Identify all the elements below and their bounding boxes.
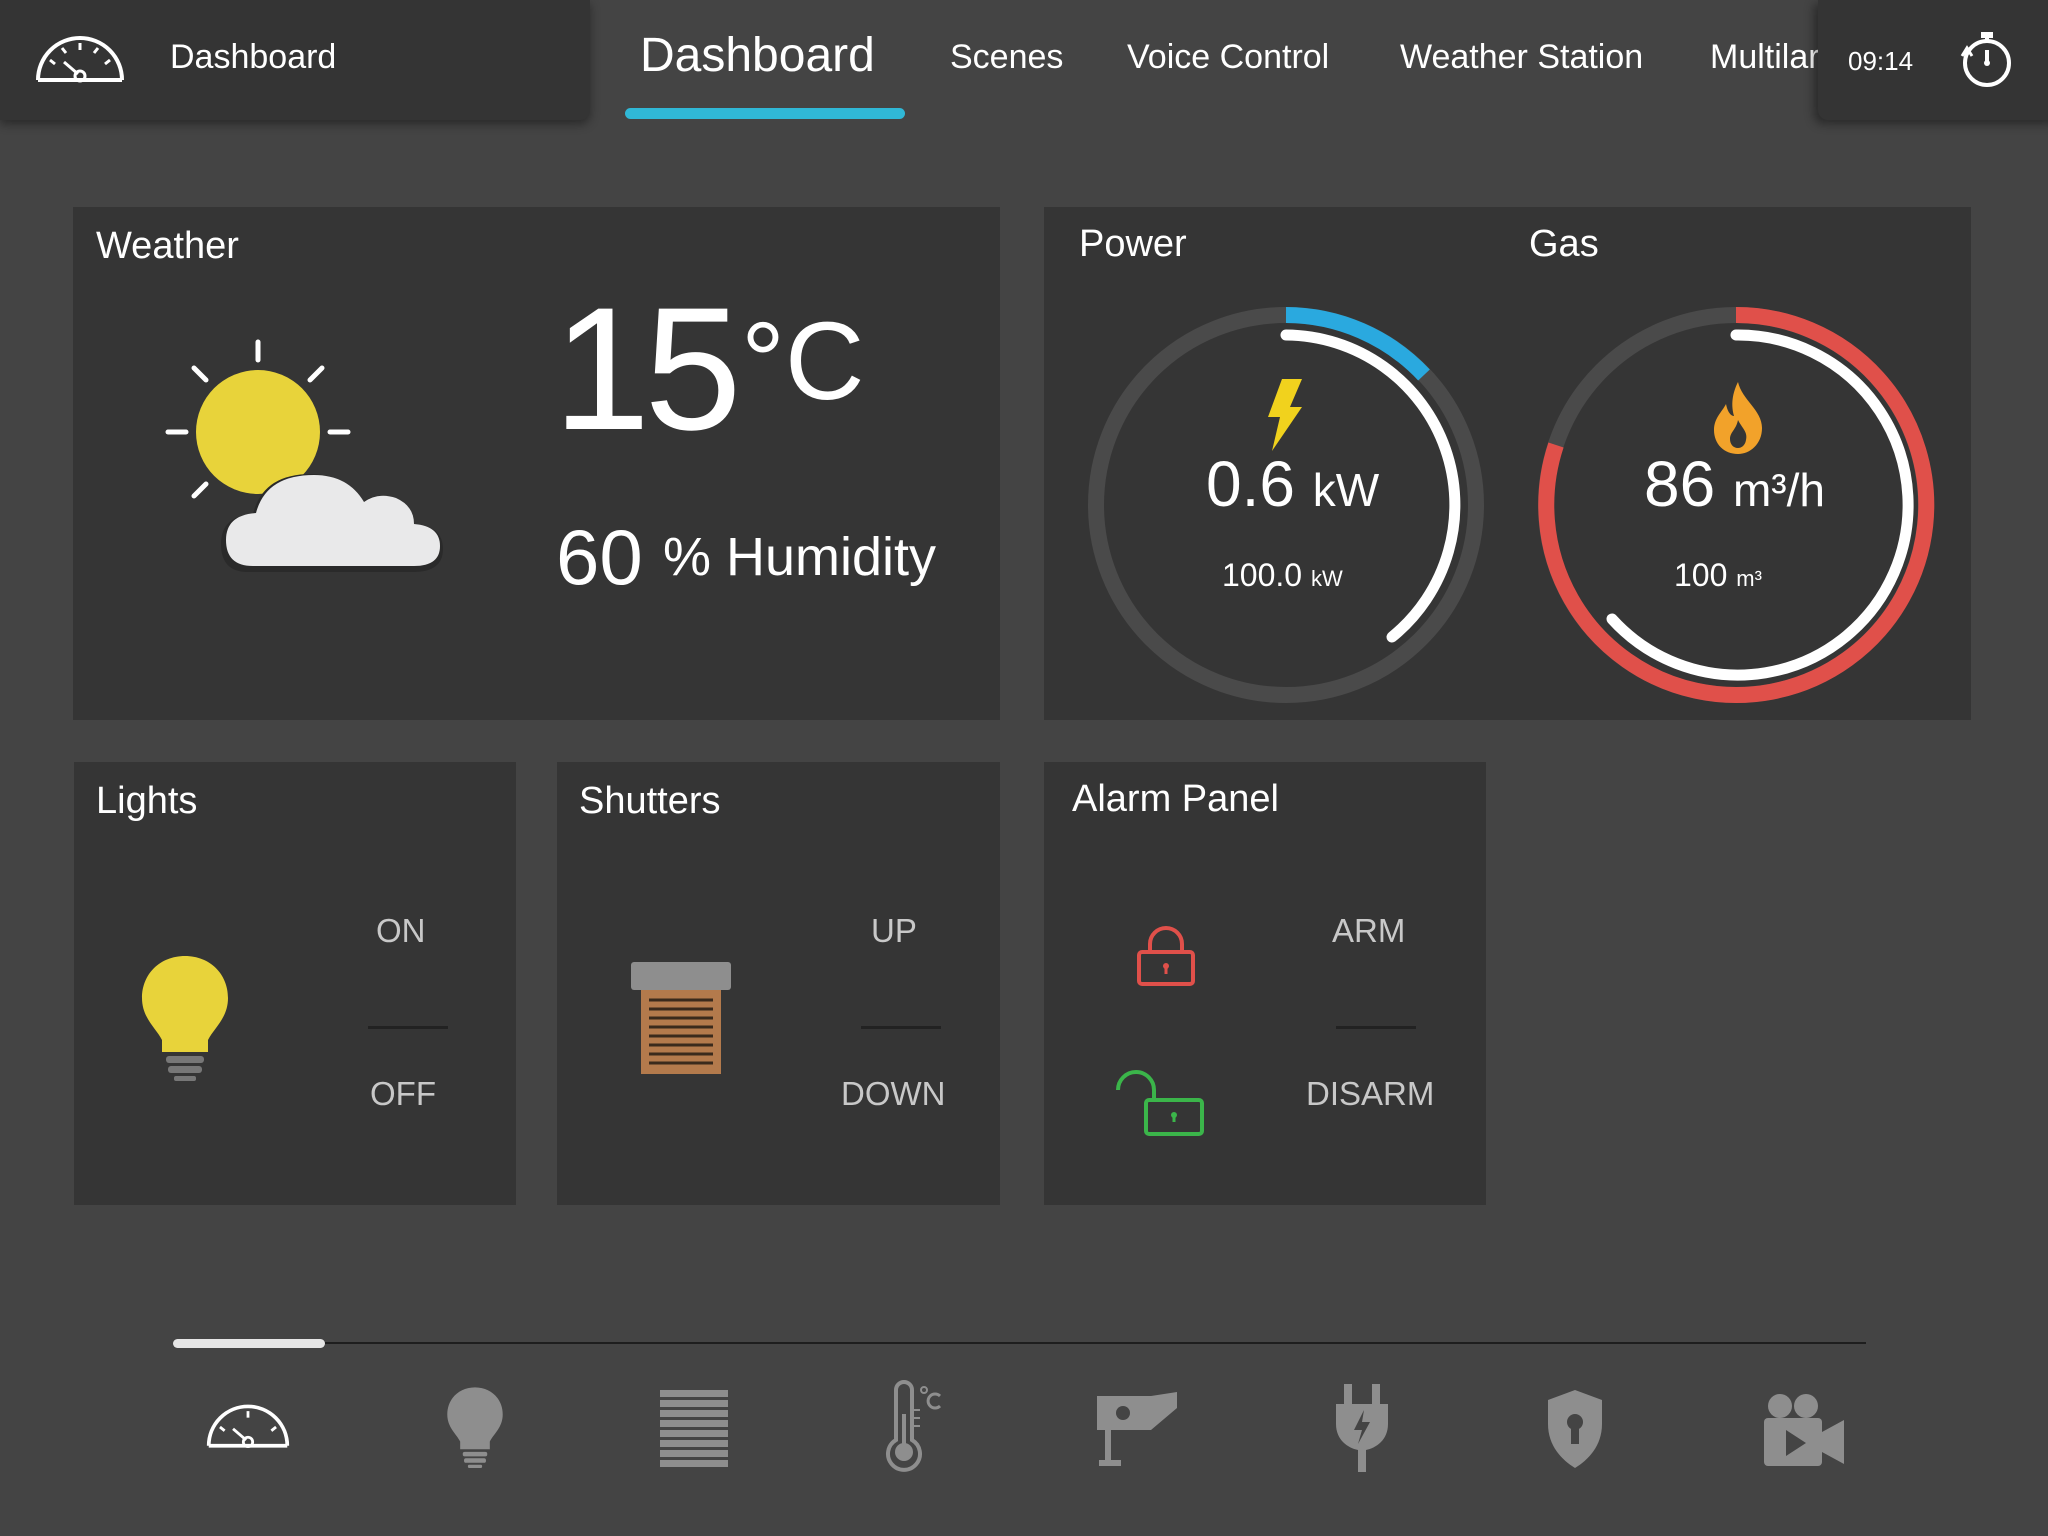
gas-max: 100 m³ — [1674, 557, 1762, 594]
tab-bar: Dashboard Scenes Voice Control Weather S… — [615, 0, 1820, 120]
power-unit: kW — [1312, 464, 1380, 516]
nav-camera-icon[interactable] — [1095, 1390, 1177, 1468]
bottom-nav-scrollbar-track[interactable] — [173, 1342, 1866, 1344]
lights-title: Lights — [96, 780, 198, 822]
nav-video-camera-icon[interactable] — [1762, 1392, 1846, 1468]
tab-weather-station[interactable]: Weather Station — [1400, 38, 1643, 77]
lights-card: Lights ON OFF — [74, 762, 516, 1205]
shutter-icon — [629, 960, 733, 1078]
power-title: Power — [1079, 223, 1187, 265]
energy-card: Power Gas 0.6 kW 100.0 kW 86 m³/h 100 m³ — [1044, 207, 1971, 720]
tab-scenes[interactable]: Scenes — [950, 38, 1063, 77]
alarm-panel-card: Alarm Panel ARM DISARM — [1044, 762, 1486, 1205]
clock-panel: 09:14 — [1818, 0, 2048, 120]
humidity-value: 60 — [556, 513, 643, 601]
lock-closed-icon — [1136, 924, 1196, 988]
power-max-number: 100.0 — [1222, 557, 1303, 593]
lightbulb-icon — [140, 954, 230, 1084]
lights-off-button[interactable]: OFF — [370, 1075, 436, 1113]
tab-voice-control[interactable]: Voice Control — [1127, 38, 1329, 77]
temperature-value: 15 — [553, 272, 742, 467]
header-brand-panel: Dashboard — [0, 0, 590, 120]
flame-icon — [1712, 382, 1764, 454]
alarm-disarm-button[interactable]: DISARM — [1306, 1075, 1434, 1113]
gas-max-number: 100 — [1674, 557, 1728, 593]
shutters-divider — [861, 1026, 941, 1029]
stopwatch-icon[interactable] — [1958, 28, 2014, 90]
nav-thermometer-icon[interactable] — [882, 1380, 942, 1472]
shutters-card: Shutters UP DOWN — [557, 762, 1000, 1205]
alarm-title: Alarm Panel — [1072, 778, 1279, 820]
tab-dashboard[interactable]: Dashboard — [640, 28, 875, 83]
alarm-arm-button[interactable]: ARM — [1332, 912, 1405, 950]
gas-value-number: 86 — [1644, 448, 1716, 520]
gas-unit: m³/h — [1732, 464, 1825, 516]
power-max: 100.0 kW — [1222, 557, 1343, 594]
alarm-divider — [1336, 1026, 1416, 1029]
app-title: Dashboard — [170, 38, 337, 76]
clock-time: 09:14 — [1848, 46, 1914, 76]
humidity-unit: % Humidity — [663, 527, 937, 587]
shutters-up-button[interactable]: UP — [871, 912, 917, 950]
partly-cloudy-icon — [118, 332, 448, 582]
power-value: 0.6 kW — [1206, 447, 1379, 521]
nav-power-plug-icon[interactable] — [1334, 1384, 1390, 1472]
lightning-icon — [1264, 379, 1304, 451]
nav-lightbulb-icon[interactable] — [446, 1385, 504, 1471]
lights-divider — [368, 1026, 448, 1029]
lights-on-button[interactable]: ON — [376, 912, 426, 950]
power-max-unit: kW — [1310, 566, 1343, 591]
gas-max-unit: m³ — [1736, 566, 1762, 591]
weather-title: Weather — [96, 225, 239, 267]
lock-open-icon — [1114, 1070, 1214, 1138]
shutters-title: Shutters — [579, 780, 721, 822]
active-tab-indicator — [625, 108, 905, 119]
shutters-down-button[interactable]: DOWN — [841, 1075, 945, 1113]
bottom-nav-scrollbar-thumb[interactable] — [173, 1339, 325, 1348]
tab-multilar[interactable]: Multilar — [1710, 38, 1820, 77]
nav-security-shield-icon[interactable] — [1546, 1388, 1604, 1470]
power-value-number: 0.6 — [1206, 448, 1295, 520]
gas-value: 86 m³/h — [1644, 447, 1825, 521]
nav-speedometer-icon[interactable] — [205, 1402, 291, 1452]
nav-shutter-icon[interactable] — [658, 1390, 730, 1470]
weather-card: Weather 15 °C 60 % Humidity — [73, 207, 1000, 720]
gas-title: Gas — [1529, 223, 1599, 265]
temperature-unit: °C — [741, 300, 865, 423]
speedometer-icon — [34, 34, 126, 86]
